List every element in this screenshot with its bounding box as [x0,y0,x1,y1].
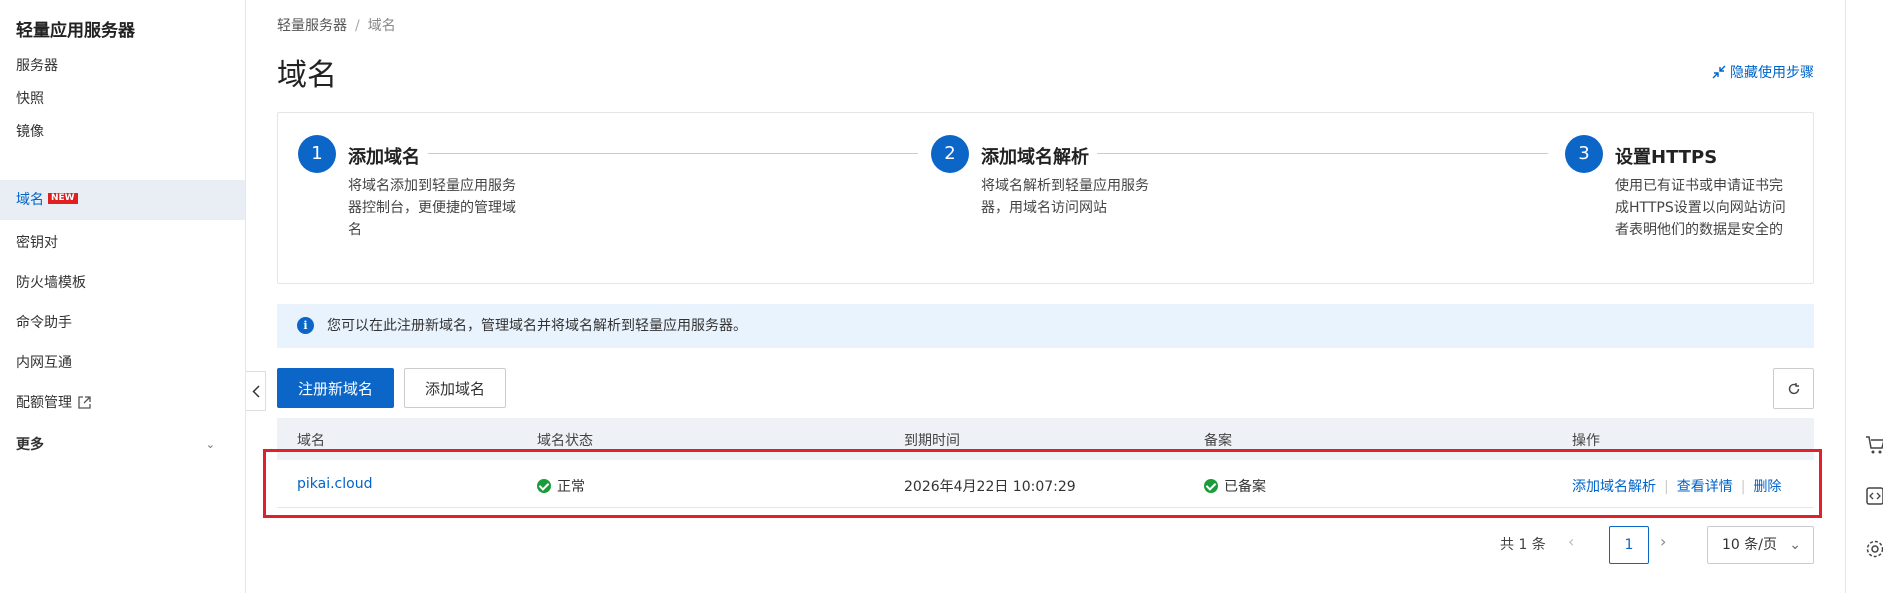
breadcrumb-current: 域名 [367,18,396,34]
step-connector [1058,153,1548,154]
step-title: 添加域名解析 [981,143,1097,169]
status-cell: 正常 [537,476,585,496]
step-number: 3 [1565,135,1603,173]
sidebar-item-label: 命令助手 [16,315,72,331]
usage-steps-panel: 1 添加域名 将域名添加到轻量应用服务器控制台，更便捷的管理域名 2 添加域名解… [277,112,1814,284]
breadcrumb-root[interactable]: 轻量服务器 [277,18,347,34]
sidebar-item-intranet[interactable]: 内网互通 [0,343,245,383]
actions-cell: 添加域名解析 | 查看详情 | 删除 [1572,476,1781,496]
icp-cell: 已备案 [1204,476,1266,496]
chevron-down-icon: ⌄ [1789,537,1801,553]
cart-icon[interactable] [1864,434,1883,456]
sidebar-item-label: 内网互通 [16,355,72,371]
register-domain-button[interactable]: 注册新域名 [277,368,394,408]
sidebar-item-label: 密钥对 [16,235,58,251]
prev-page-button[interactable]: ‹ [1568,532,1574,551]
status-text: 正常 [557,479,585,495]
column-header-domain: 域名 [297,433,325,449]
right-toolbar [1845,0,1883,593]
view-details-link[interactable]: 查看详情 [1677,479,1733,495]
check-circle-icon [1204,479,1218,493]
page-title: 域名 [277,58,337,93]
table-header: 域名 域名状态 到期时间 备案 操作 [277,418,1814,460]
column-header-icp: 备案 [1204,433,1232,449]
step-number: 1 [298,135,336,173]
hide-steps-label: 隐藏使用步骤 [1730,65,1814,81]
next-page-button[interactable]: › [1660,532,1666,551]
add-domain-button[interactable]: 添加域名 [404,368,506,408]
sidebar-item-label: 配额管理 [16,395,72,411]
step-number: 2 [931,135,969,173]
icp-text: 已备案 [1224,479,1266,495]
sidebar-title: 轻量应用服务器 [16,21,135,41]
collapse-sidebar-button[interactable] [246,371,266,411]
sidebar-item-label: 防火墙模板 [16,275,86,291]
page-size-select[interactable]: 10 条/页 ⌄ [1707,526,1814,564]
page-number-button[interactable]: 1 [1609,526,1649,564]
chevron-down-icon: ⌄ [205,438,215,451]
action-separator: | [1740,479,1746,495]
sidebar-item-quota[interactable]: 配额管理 [0,383,245,423]
step-description: 将域名解析到轻量应用服务器，用域名访问网站 [981,178,1149,216]
sidebar-item-label: 快照 [16,91,44,107]
pagination-total: 共 1 条 [1500,537,1546,553]
sidebar-item-label: 更多 [16,437,44,453]
sidebar-item-label: 服务器 [16,58,58,74]
check-circle-icon [537,479,551,493]
sidebar-item-images[interactable]: 镜像 [0,112,245,152]
table-row: pikai.cloud 正常 2026年4月22日 10:07:29 已备案 添… [277,462,1814,508]
hide-steps-link[interactable]: 隐藏使用步骤 [1712,62,1814,82]
info-banner: i 您可以在此注册新域名，管理域名并将域名解析到轻量应用服务器。 [277,304,1814,348]
sidebar-item-label: 镜像 [16,124,44,140]
sidebar-item-domains[interactable]: 域名 NEW [0,180,245,220]
refresh-icon [1788,382,1799,394]
column-header-expire: 到期时间 [904,433,960,449]
gear-icon[interactable] [1864,538,1883,560]
step-title: 添加域名 [348,143,428,169]
sidebar-item-firewall-templates[interactable]: 防火墙模板 [0,263,245,303]
sidebar-item-more[interactable]: 更多 ⌄ [0,425,245,465]
action-separator: | [1664,479,1669,495]
sidebar: 轻量应用服务器 服务器 快照 镜像 域名 NEW 密钥对 防火墙模板 命令助手 内… [0,0,246,593]
step-description: 将域名添加到轻量应用服务器控制台，更便捷的管理域名 [348,178,516,238]
breadcrumb: 轻量服务器 / 域名 [277,15,396,35]
expire-cell: 2026年4月22日 10:07:29 [904,479,1076,495]
collapse-arrows-icon [1712,65,1726,79]
domain-link[interactable]: pikai.cloud [297,476,372,492]
step-title: 设置HTTPS [1615,143,1726,169]
info-text: 您可以在此注册新域名，管理域名并将域名解析到轻量应用服务器。 [327,318,747,334]
step-description: 使用已有证书或申请证书完成HTTPS设置以向网站访问者表明他们的数据是安全的 [1615,178,1786,238]
sidebar-item-label: 域名 [16,192,44,208]
add-dns-record-link[interactable]: 添加域名解析 [1572,479,1656,495]
refresh-button[interactable] [1773,368,1814,409]
new-badge: NEW [48,193,78,204]
info-icon: i [297,317,314,334]
delete-link[interactable]: 删除 [1753,479,1781,495]
column-header-actions: 操作 [1572,433,1600,449]
code-icon[interactable] [1864,485,1883,507]
chevron-left-icon [251,384,260,398]
sidebar-item-command-assistant[interactable]: 命令助手 [0,303,245,343]
step-connector [428,153,918,154]
page-size-value: 10 条/页 [1722,537,1777,553]
external-link-icon [78,396,91,409]
sidebar-item-keypairs[interactable]: 密钥对 [0,223,245,263]
breadcrumb-separator: / [355,18,360,34]
column-header-status: 域名状态 [537,433,593,449]
